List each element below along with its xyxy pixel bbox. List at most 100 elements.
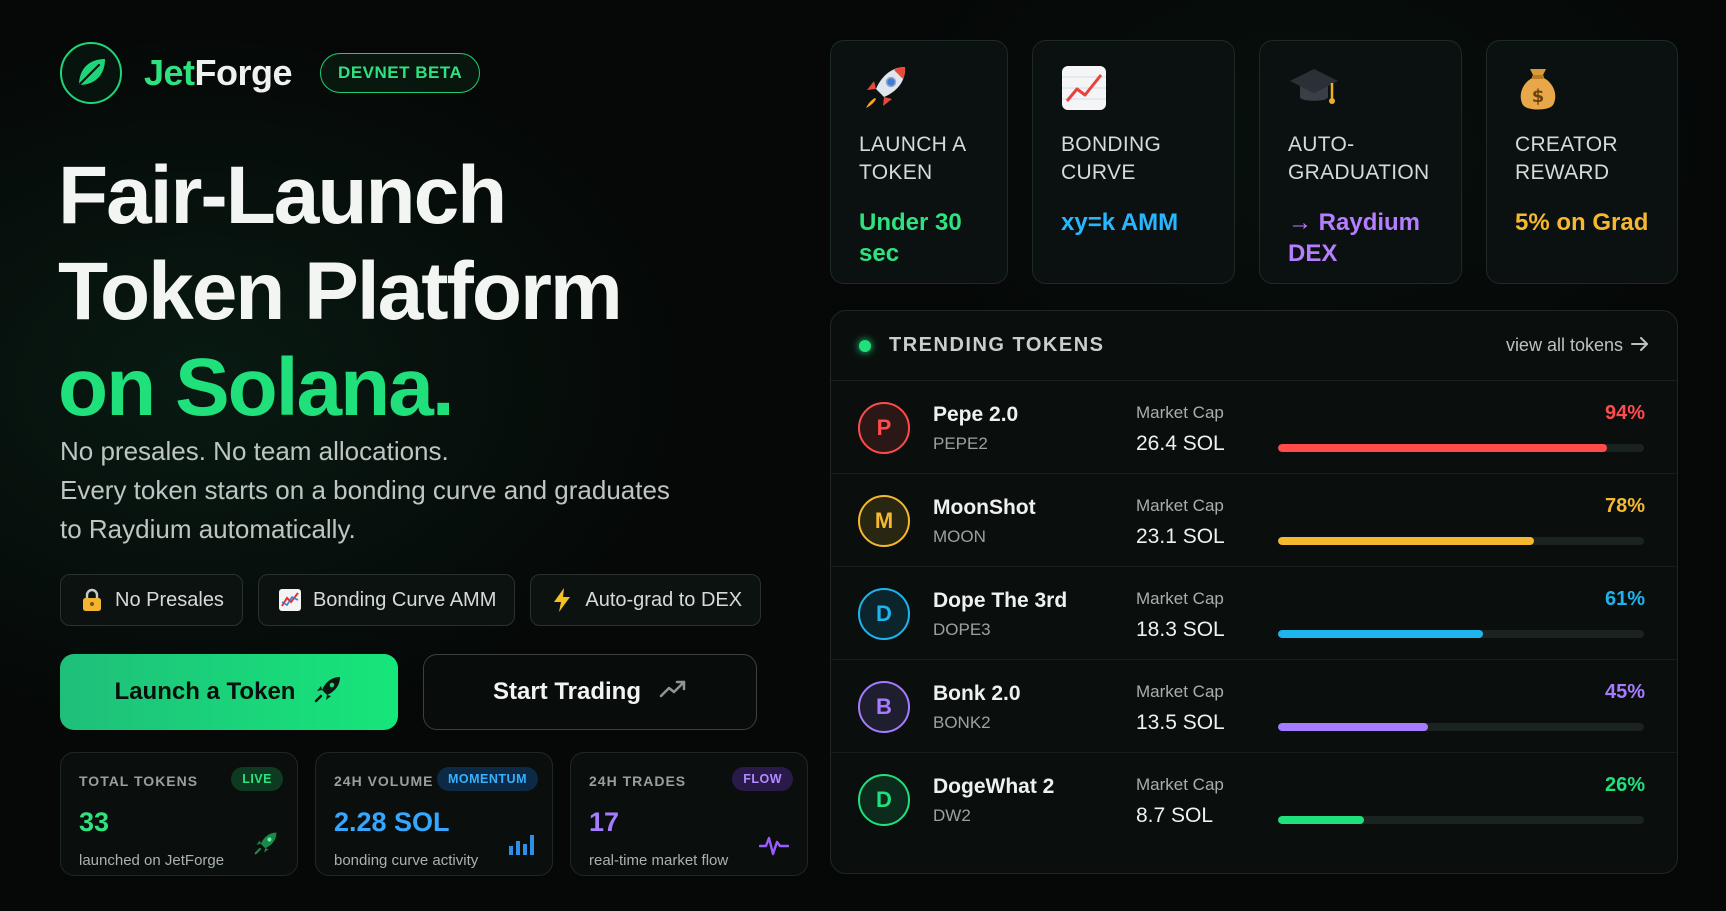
market-cap-value: 23.1 SOL — [1136, 525, 1225, 548]
feature-card-bonding-curve[interactable]: BONDING CURVE xy=k AMM — [1032, 40, 1235, 284]
token-row[interactable]: D DogeWhat 2 DW2 Market Cap 8.7 SOL 26% — [831, 753, 1677, 846]
hero-line-2: Token Platform — [58, 246, 623, 337]
token-symbol: PEPE2 — [933, 434, 988, 453]
token-name: Pepe 2.0 — [933, 403, 1019, 426]
brand[interactable]: JetForge DEVNET BETA — [60, 42, 481, 104]
token-name: Bonk 2.0 — [933, 682, 1021, 705]
feature-card-creator-reward[interactable]: $ CREATOR REWARD 5% on Grad — [1486, 40, 1678, 284]
token-symbol: MOON — [933, 527, 986, 546]
market-cap-value: 26.4 SOL — [1136, 432, 1225, 455]
chart-icon — [277, 588, 303, 612]
stat-badge-flow: FLOW — [732, 767, 793, 791]
progress-bar — [1278, 537, 1644, 545]
token-name: Dope The 3rd — [933, 589, 1068, 612]
token-row[interactable]: D Dope The 3rd DOPE3 Market Cap 18.3 SOL 61% — [831, 567, 1677, 660]
stat-value: 33 — [79, 807, 110, 837]
progress-bar — [1278, 444, 1644, 452]
chip-label: No Presales — [115, 588, 224, 611]
token-row[interactable]: B Bonk 2.0 BONK2 Market Cap 13.5 SOL 45% — [831, 660, 1677, 753]
market-cap-label: Market Cap — [1136, 496, 1224, 515]
token-name: DogeWhat 2 — [933, 775, 1055, 798]
start-trading-label: Start Trading — [492, 678, 642, 705]
rocket-icon — [313, 674, 343, 711]
feature-value: Under 30 sec — [859, 209, 962, 267]
view-all-label: view all tokens — [1505, 335, 1623, 355]
launch-token-button[interactable]: Launch a Token — [60, 654, 398, 730]
start-trading-button[interactable]: Start Trading — [423, 654, 757, 730]
token-avatar: D — [858, 774, 910, 826]
token-symbol: DOPE3 — [933, 620, 991, 639]
launch-token-label: Launch a Token — [114, 678, 296, 705]
progress-bar-fill — [1278, 630, 1483, 638]
chip-bonding-curve: Bonding Curve AMM — [257, 574, 516, 626]
feature-title: BONDING CURVE — [1061, 133, 1162, 184]
arrow-right-icon — [1631, 335, 1649, 356]
stat-value: 2.28 SOL — [334, 807, 450, 837]
view-all-tokens-link[interactable]: view all tokens — [1506, 335, 1649, 356]
trend-up-icon — [659, 678, 687, 706]
token-avatar: D — [858, 588, 910, 640]
token-row[interactable]: P Pepe 2.0 PEPE2 Market Cap 26.4 SOL 94% — [831, 381, 1677, 474]
progress-percent: 45% — [1604, 681, 1645, 703]
hero-line-1: Fair-Launch — [58, 150, 507, 241]
progress-percent: 61% — [1604, 588, 1645, 610]
token-list: P Pepe 2.0 PEPE2 Market Cap 26.4 SOL 94% M Moon… — [831, 381, 1677, 846]
market-cap-label: Market Cap — [1136, 682, 1224, 701]
hero-line-3: on Solana. — [58, 342, 455, 433]
token-symbol: DW2 — [933, 806, 971, 825]
progress-percent: 26% — [1604, 774, 1645, 796]
progress-bar-fill — [1278, 537, 1535, 545]
stat-total-tokens: TOTAL TOKENS LIVE 33 launched on JetForg… — [60, 752, 298, 876]
token-avatar: B — [858, 681, 910, 733]
money-bag-icon: $ — [1515, 63, 1649, 113]
stat-24h-volume: 24H VOLUME MOMENTUM 2.28 SOL bonding cur… — [315, 752, 553, 876]
market-cap-label: Market Cap — [1136, 589, 1224, 608]
feature-card-auto-graduation[interactable]: AUTO-GRADUATION → Raydium DEX — [1259, 40, 1462, 284]
trending-title: TRENDING TOKENS — [889, 334, 1105, 356]
brand-name-suffix: Forge — [194, 52, 293, 93]
pulse-icon — [758, 834, 790, 861]
chip-label: Auto-grad to DEX — [585, 588, 743, 611]
hero-subtitle-line-1: No presales. No team allocations. — [60, 436, 449, 466]
lock-icon — [79, 588, 105, 612]
bar-chart-icon — [508, 832, 534, 861]
feature-value: 5% on Grad — [1515, 209, 1649, 236]
hero-subtitle: No presales. No team allocations. Every … — [60, 432, 680, 549]
stats-row: TOTAL TOKENS LIVE 33 launched on JetForg… — [60, 752, 808, 876]
devnet-beta-badge: DEVNET BETA — [320, 53, 481, 93]
stat-desc: launched on JetForge — [79, 852, 225, 869]
feature-value: → Raydium DEX — [1288, 209, 1421, 267]
trending-tokens-panel: TRENDING TOKENS view all tokens P Pepe 2.… — [830, 310, 1678, 874]
market-cap-label: Market Cap — [1136, 403, 1224, 422]
rocket-icon — [859, 63, 979, 113]
hero-title: Fair-Launch Token Platform on Solana. — [58, 148, 623, 436]
token-name: MoonShot — [933, 496, 1036, 519]
chip-auto-grad: Auto-grad to DEX — [530, 574, 762, 626]
brand-name: JetForge — [144, 52, 293, 94]
stat-badge-live: LIVE — [231, 767, 283, 791]
stat-desc: bonding curve activity — [334, 852, 479, 869]
feature-card-launch[interactable]: LAUNCH A TOKEN Under 30 sec — [830, 40, 1008, 284]
token-row[interactable]: M MoonShot MOON Market Cap 23.1 SOL 78% — [831, 474, 1677, 567]
token-avatar: M — [858, 495, 910, 547]
token-avatar: P — [858, 402, 910, 454]
chip-no-presales: No Presales — [60, 574, 243, 626]
svg-text:$: $ — [1532, 86, 1545, 107]
graduation-cap-icon — [1288, 63, 1433, 113]
feature-title: AUTO-GRADUATION — [1288, 133, 1430, 184]
progress-percent: 94% — [1604, 402, 1645, 424]
chart-up-icon — [1061, 63, 1206, 113]
rocket-icon — [253, 830, 279, 861]
progress-percent: 78% — [1604, 495, 1645, 517]
feature-title: LAUNCH A TOKEN — [859, 133, 966, 184]
progress-bar-fill — [1278, 444, 1608, 452]
market-cap-value: 13.5 SOL — [1136, 711, 1225, 734]
chip-label: Bonding Curve AMM — [312, 588, 497, 611]
feature-value: xy=k AMM — [1061, 209, 1179, 236]
hero-subtitle-line-2: Every token starts on a bonding curve an… — [60, 475, 670, 544]
live-dot-icon — [859, 339, 871, 352]
progress-bar — [1278, 816, 1644, 824]
stat-badge-momentum: MOMENTUM — [437, 767, 538, 791]
brand-name-prefix: Jet — [144, 52, 195, 93]
market-cap-value: 18.3 SOL — [1136, 618, 1225, 641]
